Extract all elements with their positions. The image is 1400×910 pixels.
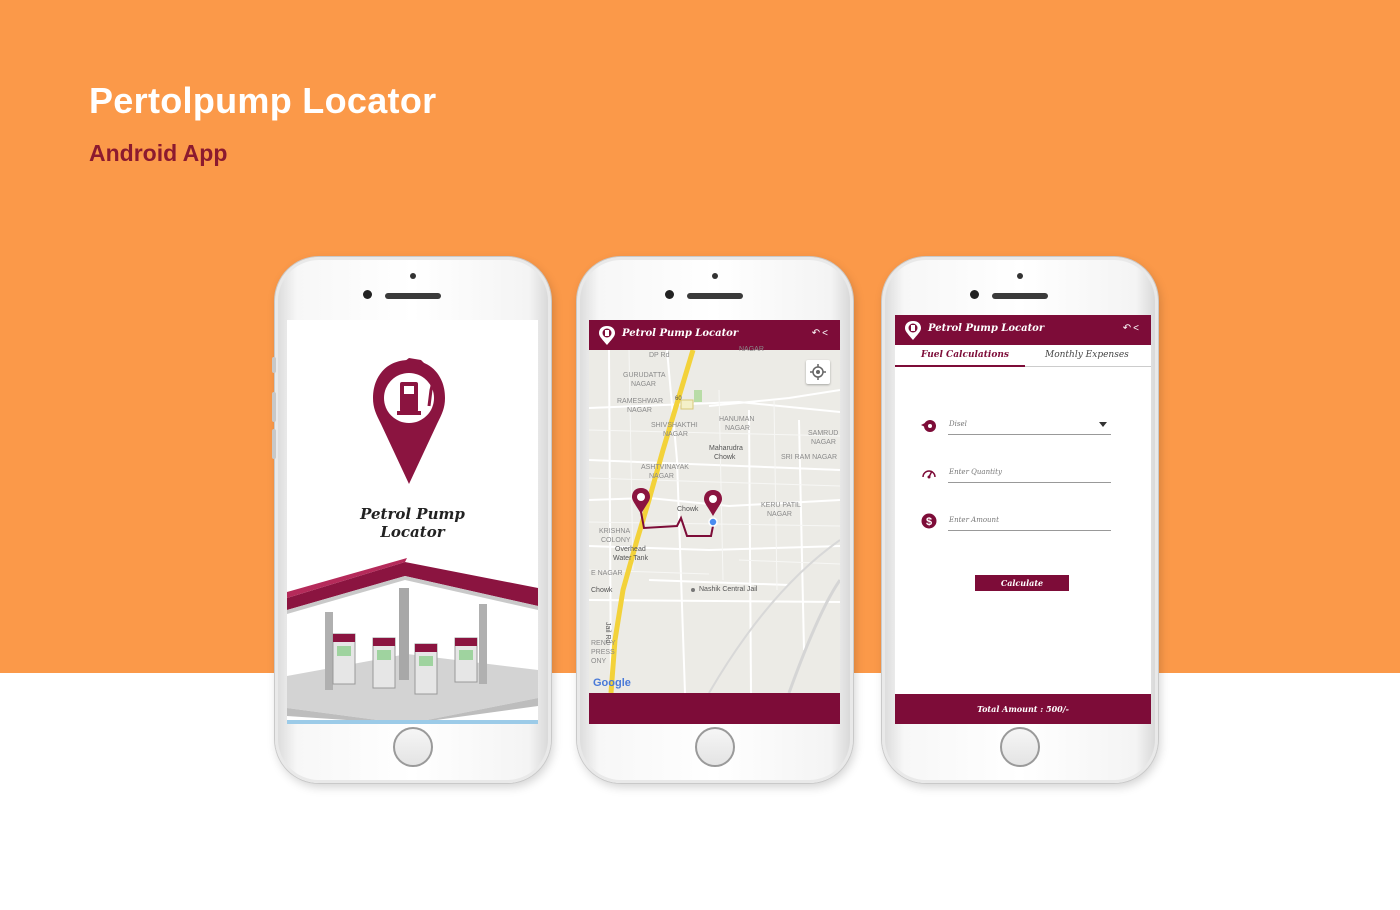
map-label: PRESS (591, 649, 615, 656)
map-label: E NAGAR (591, 570, 623, 577)
home-button[interactable] (393, 727, 433, 767)
map-label: RAMESHWAR (617, 398, 664, 405)
map-label: NAGAR (631, 381, 656, 388)
phone-calculator: Petrol Pump Locator ↶< Fuel Calculations… (882, 257, 1158, 783)
map-bottom-bar (589, 693, 840, 724)
fuel-type-select[interactable]: Disel (921, 415, 1111, 435)
map-label: ONY (591, 658, 607, 665)
share-icon[interactable]: < (822, 328, 830, 339)
field-underline (948, 530, 1111, 531)
field-underline (948, 434, 1111, 435)
locate-button[interactable] (806, 360, 830, 384)
page-subtitle: Android App (89, 140, 228, 166)
petrol-pump-marker (704, 490, 722, 516)
map-label: NAGAR (739, 346, 764, 353)
tab-fuel-calculations[interactable]: Fuel Calculations (921, 350, 1009, 360)
fuel-gauge-icon (922, 470, 936, 479)
mute-switch (272, 357, 276, 373)
map-label: NAGAR (649, 473, 674, 480)
google-logo: Google (593, 677, 631, 689)
splash-screen: Petrol Pump Locator (287, 320, 538, 724)
toolbar-actions: ↶< (1123, 323, 1141, 334)
front-camera (665, 290, 674, 299)
proximity-sensor (712, 273, 718, 279)
map-view[interactable]: DP Rd NAGAR GURUDATTA NAGAR RAMESHWAR NA… (589, 346, 840, 693)
undo-icon[interactable]: ↶ (812, 328, 822, 339)
undo-icon[interactable]: ↶ (1123, 323, 1133, 334)
map-label: NAGAR (725, 425, 750, 432)
map-label: RENCY (591, 640, 616, 647)
app-logo-icon (599, 326, 615, 345)
home-button[interactable] (1000, 727, 1040, 767)
field-underline (948, 482, 1111, 483)
tab-bar: Fuel Calculations Monthly Expenses (895, 345, 1151, 367)
fuel-drop-icon (921, 420, 936, 432)
earpiece-speaker (385, 293, 441, 299)
map-label: Chowk (714, 454, 736, 461)
app-bar: Petrol Pump Locator ↶< (895, 315, 1151, 345)
road-number: 60 (675, 396, 682, 402)
splash-title-line2: Locator (380, 523, 445, 541)
volume-up-button (272, 392, 276, 422)
map-label: HANUMAN (719, 416, 755, 423)
app-bar: Petrol Pump Locator ↶< (589, 320, 840, 350)
chevron-down-icon (1099, 422, 1107, 427)
front-camera (970, 290, 979, 299)
phone-map: Petrol Pump Locator ↶< DP Rd NAGAR GURUD… (577, 257, 853, 783)
map-label: Overhead (615, 546, 646, 553)
map-label: SAMRUD (808, 430, 839, 437)
map-label: KRISHNA (599, 528, 631, 535)
page-title: Pertolpump Locator (89, 80, 437, 121)
map-label: Nashik Central Jail (699, 586, 758, 593)
map-label: NAGAR (663, 431, 688, 438)
phone-splash: Petrol Pump Locator (272, 257, 551, 783)
amount-placeholder: Enter Amount (949, 516, 999, 524)
dollar-icon: $ (921, 513, 937, 529)
earpiece-speaker (687, 293, 743, 299)
quantity-placeholder: Enter Quantity (949, 468, 1002, 476)
map-label: DP Rd (649, 352, 670, 359)
app-title: Petrol Pump Locator (928, 323, 1045, 334)
map-label: NAGAR (767, 511, 792, 518)
calc-screen: Petrol Pump Locator ↶< Fuel Calculations… (895, 315, 1151, 724)
splash-title-line1: Petrol Pump (360, 505, 465, 523)
fuel-pin-icon (373, 358, 445, 484)
map-screen: Petrol Pump Locator ↶< DP Rd NAGAR GURUD… (589, 320, 840, 724)
map-label: Water Tank (613, 555, 649, 562)
earpiece-speaker (992, 293, 1048, 299)
toolbar-actions: ↶< (812, 328, 830, 339)
my-location-icon (810, 364, 826, 380)
map-label: Chowk (677, 506, 699, 513)
map-label: SRI RAM NAGAR (781, 454, 838, 461)
app-logo-icon (905, 321, 921, 340)
map-label: KERU PATIL (761, 502, 801, 509)
map-label: NAGAR (811, 439, 836, 446)
amount-field[interactable]: $ Enter Amount (921, 511, 1111, 531)
tab-monthly-expenses[interactable]: Monthly Expenses (1045, 350, 1129, 360)
map-label: Maharudra (709, 445, 743, 452)
svg-text:$: $ (926, 516, 932, 528)
volume-down-button (272, 429, 276, 459)
proximity-sensor (1017, 273, 1023, 279)
map-label: GURUDATTA (623, 372, 666, 379)
splash-app-name: Petrol Pump Locator (287, 505, 538, 541)
map-label: ASHTVINAYAK (641, 464, 689, 471)
quantity-field[interactable]: Enter Quantity (921, 463, 1111, 483)
total-amount-bar: Total Amount : 500/- (895, 694, 1151, 724)
map-label: SHIVSHAKTHI (651, 422, 698, 429)
calculate-button[interactable]: Calculate (975, 575, 1069, 591)
app-title: Petrol Pump Locator (622, 328, 739, 339)
share-icon[interactable]: < (1133, 323, 1141, 334)
map-label: COLONY (601, 537, 631, 544)
map-label: NAGAR (627, 407, 652, 414)
fuel-type-value: Disel (949, 420, 967, 428)
active-tab-indicator (895, 365, 1025, 367)
front-camera (363, 290, 372, 299)
petrol-station-illustration (287, 558, 538, 724)
home-button[interactable] (695, 727, 735, 767)
map-label: Chowk (591, 587, 613, 594)
proximity-sensor (410, 273, 416, 279)
